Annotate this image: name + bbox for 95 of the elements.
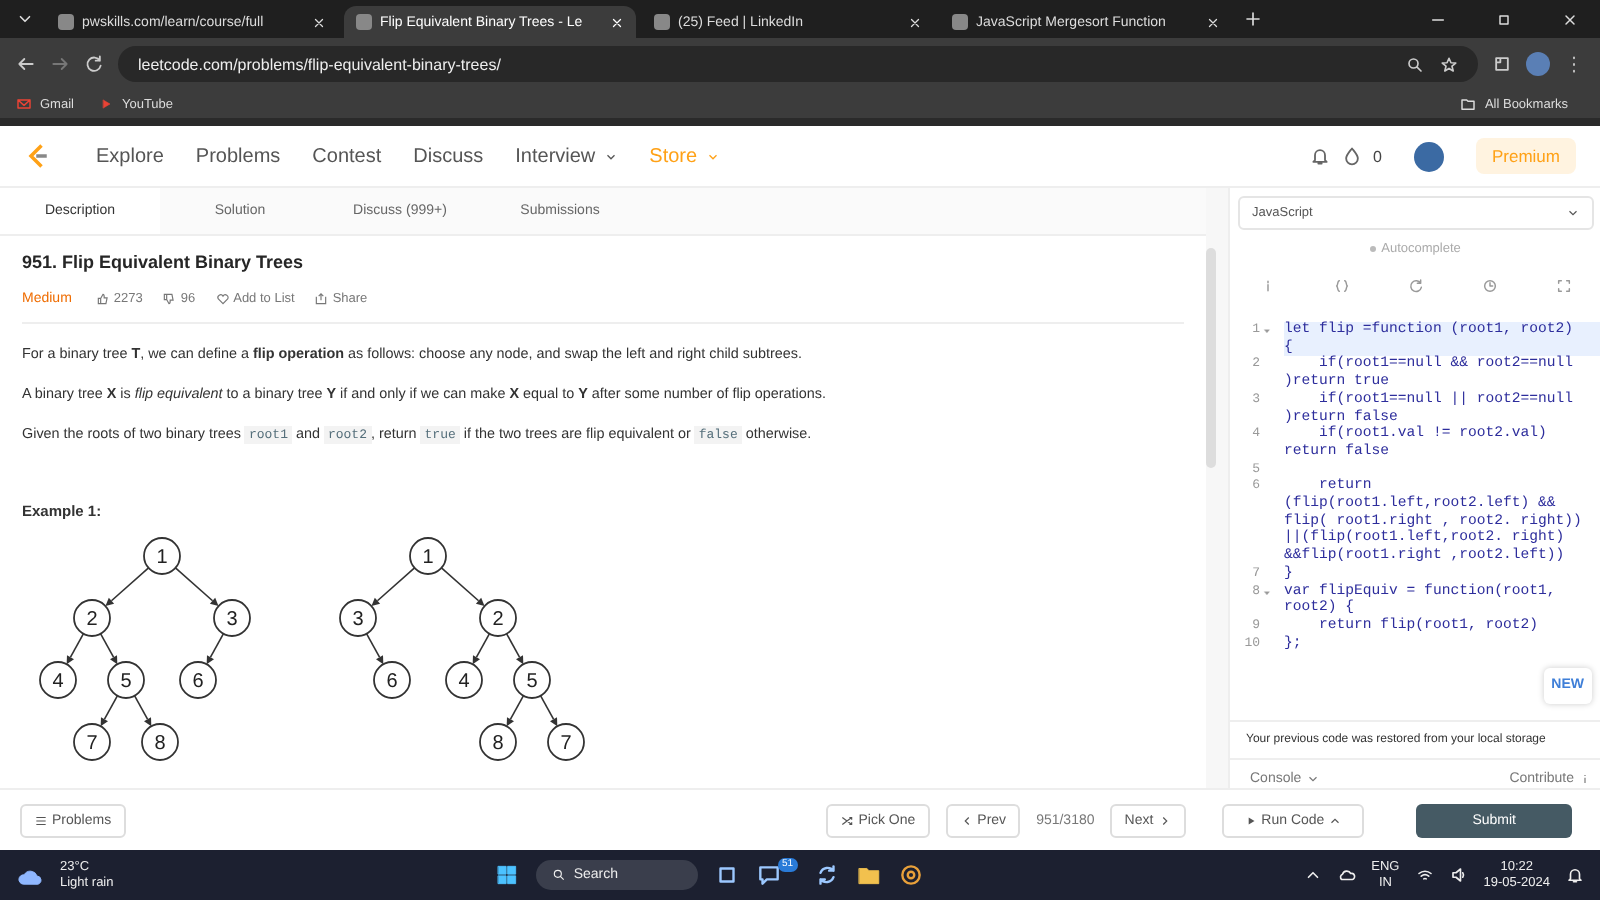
scrollbar[interactable] — [1206, 248, 1216, 468]
tree-arrow — [506, 695, 525, 727]
chevron-icon[interactable] — [1303, 866, 1322, 884]
close-icon[interactable] — [908, 15, 922, 29]
tree-arrow — [539, 695, 558, 727]
list-icon — [34, 813, 48, 827]
share-icon — [314, 292, 329, 306]
tree-arrow — [371, 567, 416, 607]
tree-arrow — [100, 695, 119, 727]
envelope-icon[interactable] — [16, 96, 32, 112]
tree-node: 2 — [73, 599, 111, 637]
expand-icon[interactable] — [1555, 278, 1571, 294]
browser-icon[interactable] — [897, 862, 924, 888]
tree-arrow — [365, 633, 384, 665]
tree-arrow — [105, 567, 150, 607]
tree-node: 4 — [445, 661, 483, 699]
nav-link[interactable]: Explore — [96, 145, 164, 167]
heart-icon — [215, 292, 230, 306]
caret-icon — [1328, 813, 1343, 827]
fold-caret-icon[interactable] — [1262, 587, 1272, 598]
thumbs-up-icon — [95, 292, 110, 306]
play-icon[interactable] — [97, 96, 114, 112]
address-field[interactable]: leetcode.com/problems/flip-equivalent-binary-trees/ — [118, 46, 1478, 82]
tree-arrow — [174, 567, 219, 607]
tree-node: 7 — [73, 723, 111, 761]
tree-node: 1 — [409, 537, 447, 575]
wifi-icon[interactable] — [1415, 866, 1434, 884]
tree-node: 7 — [547, 723, 585, 761]
forward-icon[interactable] — [50, 54, 70, 74]
caret-icon — [603, 149, 618, 163]
back-icon[interactable] — [16, 54, 36, 74]
tree-node: 2 — [479, 599, 517, 637]
site-icon — [654, 14, 670, 30]
toggle-dot[interactable] — [1369, 246, 1376, 252]
tree-arrow — [99, 633, 118, 665]
chevron-right-icon — [1157, 813, 1172, 827]
nav-link[interactable]: Contest — [312, 145, 382, 167]
chevron-left-icon — [959, 813, 974, 827]
user-avatar[interactable] — [1413, 141, 1444, 171]
restore-icon[interactable] — [1496, 11, 1512, 27]
close-icon[interactable] — [312, 15, 326, 29]
new-tab-icon[interactable] — [1244, 10, 1262, 28]
tree-arrow — [472, 633, 491, 665]
info-icon — [1578, 772, 1592, 787]
tab-search-icon[interactable] — [16, 10, 34, 28]
caret-icon — [1566, 206, 1580, 220]
coin-count: 0 — [1373, 147, 1382, 165]
site-icon — [952, 14, 968, 30]
tree-node: 5 — [107, 661, 145, 699]
nav-link[interactable]: Discuss — [413, 145, 484, 167]
tree-arrow — [66, 633, 85, 665]
star-icon[interactable] — [1440, 55, 1458, 73]
caret-icon — [705, 149, 720, 163]
thumbs-down-icon — [162, 292, 177, 306]
reload-icon[interactable] — [84, 54, 104, 74]
site-icon — [58, 14, 74, 30]
sync-icon[interactable] — [813, 862, 840, 888]
tree-arrow — [133, 695, 152, 727]
tree-node: 6 — [179, 661, 217, 699]
chat-icon[interactable] — [756, 862, 783, 888]
profile-avatar[interactable] — [1526, 52, 1550, 76]
tree-arrow — [440, 567, 485, 607]
speaker-icon[interactable] — [1449, 866, 1468, 884]
tree-node: 4 — [39, 661, 77, 699]
cloud-icon[interactable] — [1337, 866, 1356, 884]
flame-icon[interactable] — [1341, 146, 1362, 166]
fold-caret-icon[interactable] — [1262, 326, 1272, 336]
braces-icon[interactable] — [1333, 278, 1349, 294]
nav-link[interactable]: Problems — [195, 145, 281, 167]
tree-node: 5 — [513, 661, 551, 699]
folder-icon[interactable] — [1460, 96, 1477, 112]
tree-node: 6 — [373, 661, 411, 699]
tree-node: 8 — [479, 723, 517, 761]
clock-icon[interactable] — [1481, 278, 1497, 294]
tree-node: 3 — [339, 599, 377, 637]
close-icon[interactable] — [1562, 11, 1578, 27]
window-icon[interactable] — [714, 862, 741, 888]
problem-title: 951. Flip Equivalent Binary Trees — [22, 252, 306, 272]
extensions-icon[interactable] — [1492, 54, 1512, 74]
search-icon[interactable] — [1406, 55, 1424, 73]
tree-node: 1 — [143, 537, 181, 575]
shuffle-icon — [840, 813, 855, 827]
nav-link[interactable]: Interview — [515, 145, 618, 167]
play-icon — [1243, 813, 1258, 827]
tree-arrow — [206, 633, 225, 665]
tree-node: 3 — [213, 599, 251, 637]
start-icon[interactable] — [493, 862, 520, 888]
folder-icon[interactable] — [855, 862, 882, 888]
caret-icon — [1305, 772, 1320, 787]
site-icon — [356, 14, 372, 30]
reset-icon[interactable] — [1407, 278, 1423, 294]
search-icon — [551, 868, 566, 882]
tree-arrow — [505, 633, 524, 665]
close-icon[interactable] — [1206, 15, 1220, 29]
tree-node: 8 — [141, 723, 179, 761]
